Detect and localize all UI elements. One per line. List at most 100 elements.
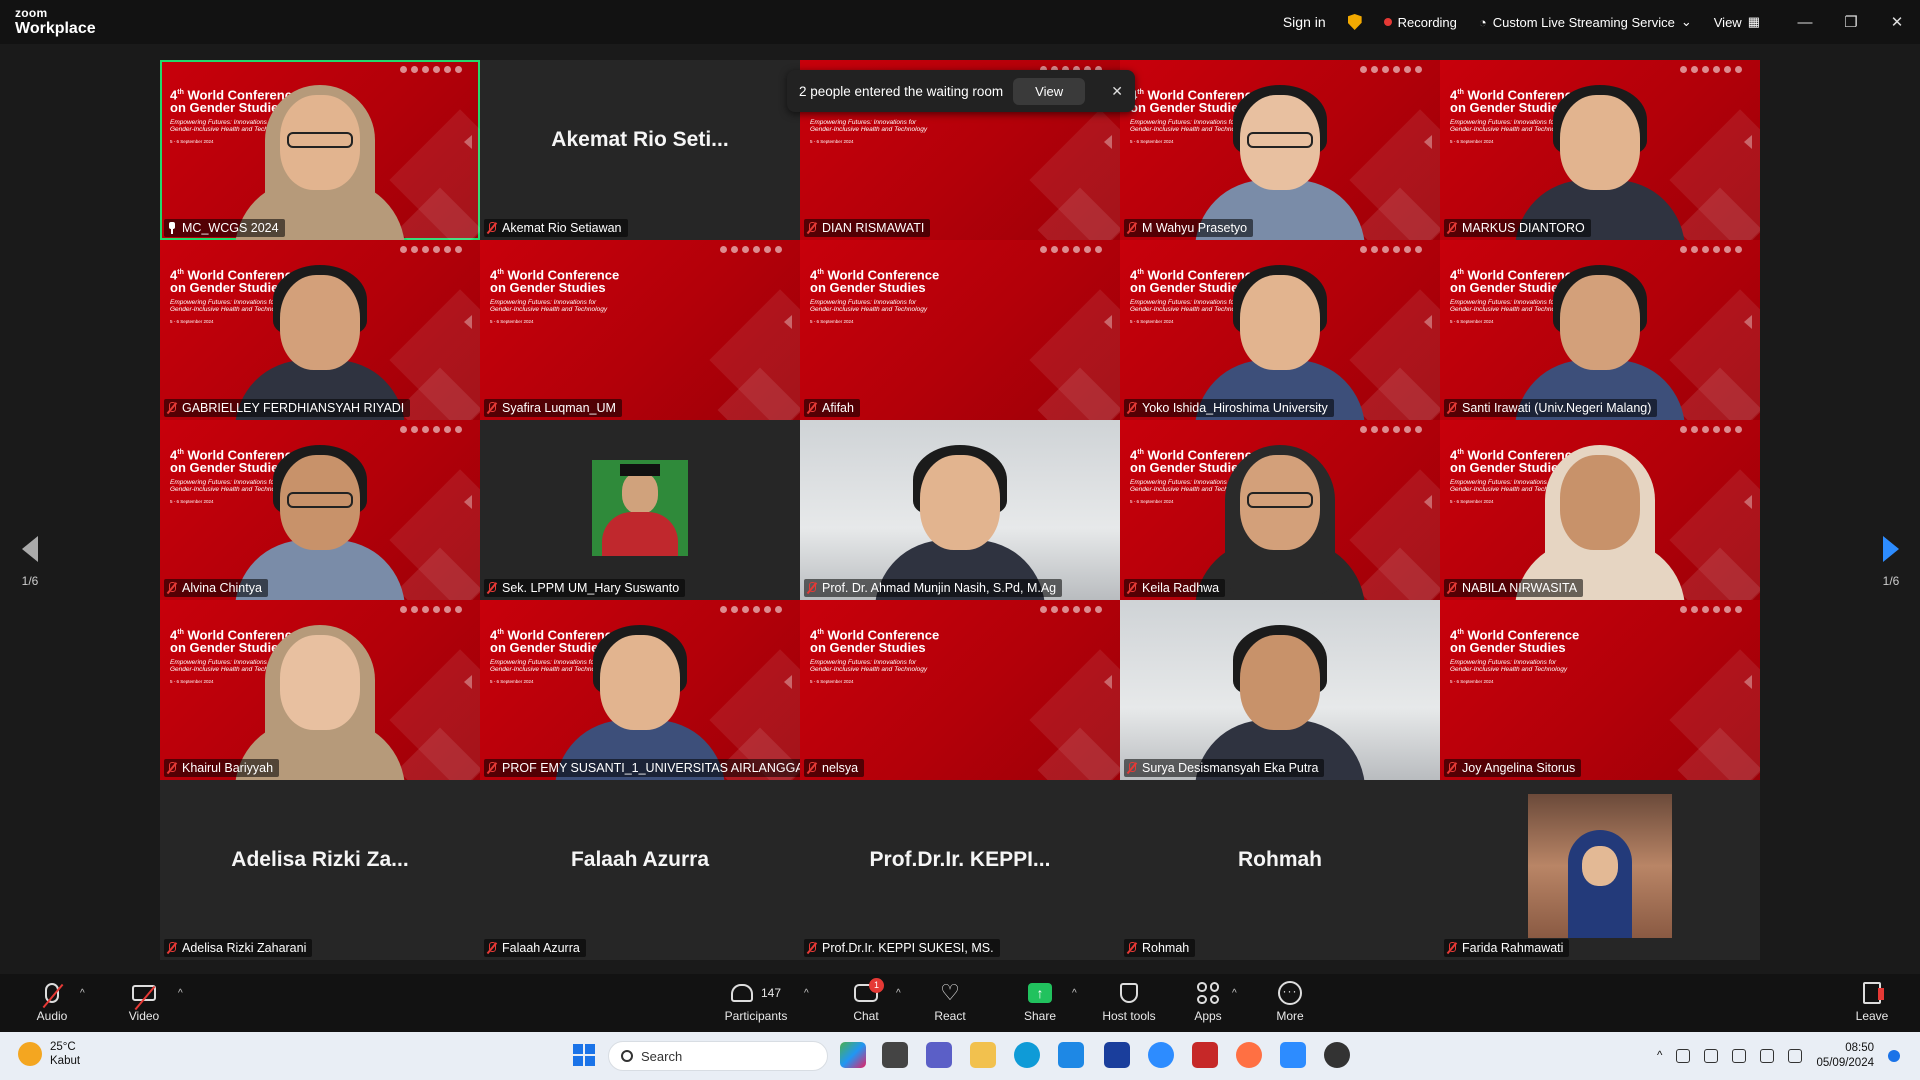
microphone-muted-icon	[1127, 222, 1137, 234]
audio-options-chevron-icon[interactable]: ^	[80, 988, 85, 999]
previous-page-button[interactable]: 1/6	[10, 536, 50, 588]
chevron-left-icon	[22, 536, 38, 562]
view-menu-button[interactable]: View ▦	[1714, 14, 1760, 30]
participant-tile[interactable]: 4th World Conference on Gender Studies E…	[800, 240, 1120, 420]
microphone-muted-icon	[807, 762, 817, 774]
participant-name: Akemat Rio Setiawan	[502, 221, 622, 235]
participant-tile[interactable]: Farida Rahmawati	[1440, 780, 1760, 960]
react-button[interactable]: ♡ React	[930, 980, 970, 1024]
participant-name: Joy Angelina Sitorus	[1462, 761, 1576, 775]
participant-tile[interactable]: 4th World Conference on Gender Studies E…	[1440, 420, 1760, 600]
participant-tile[interactable]: Surya Desismansyah Eka Putra	[1120, 600, 1440, 780]
zoom-workplace-taskbar-icon[interactable]	[1280, 1042, 1306, 1068]
participant-tile[interactable]: 4th World Conference on Gender Studies E…	[480, 600, 800, 780]
minimize-button[interactable]: —	[1782, 0, 1828, 44]
participant-tile[interactable]: 4th World Conference on Gender Studies E…	[1440, 600, 1760, 780]
video-label: Video	[128, 1009, 160, 1023]
slide-controls	[720, 245, 782, 253]
participant-tile[interactable]: 4th World Conference on Gender Studies E…	[1120, 420, 1440, 600]
weather-widget[interactable]: 25°C Kabut	[18, 1040, 80, 1068]
microphone-icon[interactable]	[1732, 1049, 1747, 1063]
participant-tile[interactable]: 4th World Conference on Gender Studies E…	[1440, 240, 1760, 420]
next-page-button[interactable]: 1/6	[1871, 536, 1911, 588]
slide-controls	[720, 605, 782, 613]
participant-tile[interactable]: 4th World Conference on Gender Studies E…	[160, 420, 480, 600]
lenovo-app-icon[interactable]	[1104, 1042, 1130, 1068]
chevron-right-icon	[1883, 536, 1899, 562]
waiting-room-view-button[interactable]: View	[1013, 77, 1086, 105]
taskbar-clock[interactable]: 08:50 05/09/2024	[1816, 1041, 1874, 1071]
share-options-chevron-icon[interactable]: ^	[1072, 988, 1077, 999]
slide-controls	[1360, 65, 1422, 73]
participants-button[interactable]: 147 Participants	[720, 980, 792, 1023]
chevron-up-icon[interactable]: ^	[1657, 1050, 1662, 1062]
slide-controls	[400, 425, 462, 433]
title-bar: zoom Workplace Sign in Recording ◔ Custo…	[0, 0, 1920, 44]
participant-tile[interactable]: 4th World Conference on Gender Studies E…	[160, 240, 480, 420]
taskbar-search[interactable]: Search	[608, 1041, 828, 1071]
participants-options-chevron-icon[interactable]: ^	[804, 988, 809, 999]
restore-button[interactable]: ❐	[1828, 0, 1874, 44]
apps-options-chevron-icon[interactable]: ^	[1232, 988, 1237, 999]
chat-options-chevron-icon[interactable]: ^	[896, 988, 901, 999]
participant-tile[interactable]: Sek. LPPM UM_Hary Suswanto	[480, 420, 800, 600]
zoom-taskbar-icon[interactable]	[1148, 1042, 1174, 1068]
participant-tile[interactable]: 4th World Conference on Gender Studies E…	[160, 600, 480, 780]
participant-tile[interactable]: 4th World Conference on Gender Studies E…	[1120, 240, 1440, 420]
wifi-icon[interactable]	[1760, 1049, 1775, 1063]
microsoft-store-icon[interactable]	[1058, 1042, 1084, 1068]
onedrive-icon[interactable]	[1704, 1049, 1719, 1063]
audio-button[interactable]: Audio	[32, 980, 72, 1023]
leave-button[interactable]: Leave	[1852, 980, 1892, 1023]
meeting-toolbar: Audio ^ Video ^ 147 Participants ^ 1 Cha…	[0, 974, 1920, 1032]
windows-start-icon[interactable]	[573, 1044, 595, 1066]
notification-icon[interactable]	[1888, 1050, 1900, 1062]
participant-name: M Wahyu Prasetyo	[1142, 221, 1248, 235]
host-tools-button[interactable]: Host tools	[1098, 980, 1160, 1023]
video-options-chevron-icon[interactable]: ^	[178, 988, 183, 999]
participant-tile[interactable]: Adelisa Rizki Za... Adelisa Rizki Zaharan…	[160, 780, 480, 960]
participant-video	[555, 620, 725, 780]
close-window-button[interactable]: ✕	[1874, 0, 1920, 44]
participant-tile[interactable]: 4th World Conference on Gender Studies E…	[800, 600, 1120, 780]
recording-indicator[interactable]: Recording	[1383, 15, 1457, 30]
mcafee-icon[interactable]	[1192, 1042, 1218, 1068]
participant-tile[interactable]: 4th World Conference on Gender Studies E…	[160, 60, 480, 240]
microphone-muted-icon	[1447, 402, 1457, 414]
sync-icon[interactable]	[1676, 1049, 1691, 1063]
participant-tile[interactable]: Falaah Azurra Falaah Azurra	[480, 780, 800, 960]
participant-tile[interactable]: 4th World Conference on Gender Studies E…	[480, 240, 800, 420]
participant-tile[interactable]: 4th World Conference on Gender Studies E…	[1120, 60, 1440, 240]
participant-display-name: Akemat Rio Seti...	[551, 128, 729, 151]
task-view-icon[interactable]	[882, 1042, 908, 1068]
slide-controls	[400, 65, 462, 73]
media-player-icon[interactable]	[1324, 1042, 1350, 1068]
share-button[interactable]: ↑ Share	[1020, 980, 1060, 1023]
close-icon[interactable]: ✕	[1111, 83, 1123, 100]
participant-display-name: Prof.Dr.Ir. KEPPI...	[869, 848, 1051, 871]
participant-tile[interactable]: Rohmah Rohmah	[1120, 780, 1440, 960]
participant-name: Farida Rahmawati	[1462, 941, 1564, 955]
teams-chat-icon[interactable]	[926, 1042, 952, 1068]
video-button[interactable]: Video	[124, 980, 164, 1023]
microphone-muted-icon	[1127, 762, 1137, 774]
microphone-muted-icon	[1127, 582, 1137, 594]
speaker-icon[interactable]	[1788, 1049, 1803, 1063]
participant-video	[1195, 80, 1365, 240]
chat-button[interactable]: 1 Chat	[846, 978, 886, 1023]
participant-name: MARKUS DIANTORO	[1462, 221, 1585, 235]
firefox-icon[interactable]	[1236, 1042, 1262, 1068]
copilot-icon[interactable]	[840, 1042, 866, 1068]
participant-tile[interactable]: Prof. Dr. Ahmad Munjin Nasih, S.Pd, M.Ag	[800, 420, 1120, 600]
apps-button[interactable]: Apps	[1188, 980, 1228, 1023]
more-label: More	[1276, 1009, 1304, 1023]
edge-browser-icon[interactable]	[1014, 1042, 1040, 1068]
participant-tile[interactable]: Prof.Dr.Ir. KEPPI... Prof.Dr.Ir. KEPPI SU…	[800, 780, 1120, 960]
participant-tile[interactable]: Akemat Rio Seti... Akemat Rio Setiawan	[480, 60, 800, 240]
participant-tile[interactable]: 4th World Conference on Gender Studies E…	[1440, 60, 1760, 240]
more-button[interactable]: ··· More	[1270, 980, 1310, 1023]
sign-in-link[interactable]: Sign in	[1283, 14, 1326, 30]
security-shield-icon[interactable]	[1347, 14, 1362, 30]
file-explorer-icon[interactable]	[970, 1042, 996, 1068]
live-streaming-menu[interactable]: ◔ Custom Live Streaming Service ⌄	[1479, 14, 1692, 30]
